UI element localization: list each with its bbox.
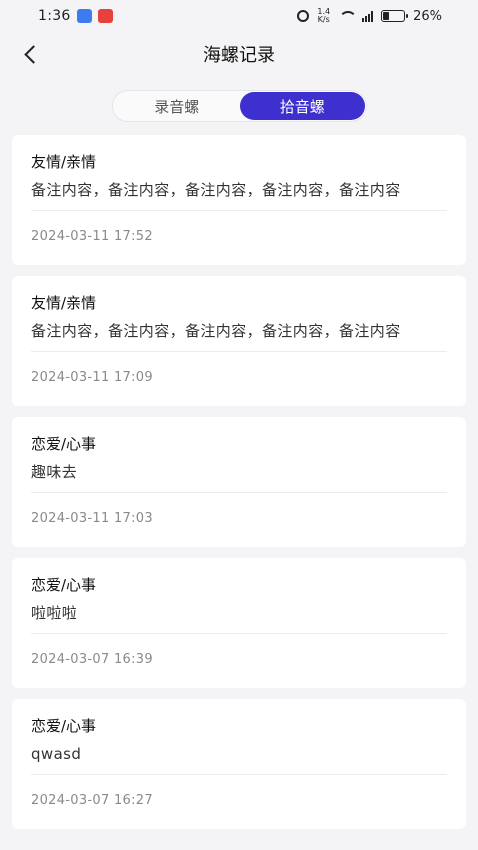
network-speed: 1.4 K/s xyxy=(317,8,330,24)
record-date: 2024-03-11 17:03 xyxy=(31,511,153,526)
status-right: 1.4 K/s 26% xyxy=(297,8,442,24)
record-date: 2024-03-11 17:52 xyxy=(31,229,153,244)
chevron-left-icon xyxy=(23,44,43,64)
record-note: 啦啦啦 xyxy=(31,604,78,622)
nav-bar: 海螺记录 xyxy=(0,32,478,76)
record-card[interactable]: 恋爱/心事 啦啦啦 2024-03-07 16:39 xyxy=(12,558,466,688)
app-notification-icon xyxy=(97,9,113,23)
record-date: 2024-03-07 16:39 xyxy=(31,652,153,667)
tab-record-conch[interactable]: 录音螺 xyxy=(114,92,240,120)
back-button[interactable] xyxy=(14,38,46,70)
record-card[interactable]: 恋爱/心事 趣味去 2024-03-11 17:03 xyxy=(12,417,466,547)
tab-pickup-conch[interactable]: 拾音螺 xyxy=(239,92,365,120)
page-title: 海螺记录 xyxy=(203,45,275,66)
record-card[interactable]: 恋爱/心事 qwasd 2024-03-07 16:27 xyxy=(12,699,466,829)
divider xyxy=(31,774,447,775)
record-category: 友情/亲情 xyxy=(31,294,97,312)
app-notification-icon xyxy=(76,9,92,23)
network-speed-unit: K/s xyxy=(317,15,330,24)
divider xyxy=(31,351,447,352)
record-note: 趣味去 xyxy=(31,463,78,481)
record-note: 备注内容，备注内容，备注内容，备注内容，备注内容 xyxy=(31,181,401,199)
divider xyxy=(31,633,447,634)
record-note: 备注内容，备注内容，备注内容，备注内容，备注内容 xyxy=(31,322,401,340)
status-time: 1:36 xyxy=(38,8,71,24)
battery-level: 26% xyxy=(413,8,442,24)
signal-icon xyxy=(362,10,374,22)
status-left: 1:36 xyxy=(38,8,113,24)
record-category: 恋爱/心事 xyxy=(31,435,97,453)
record-date: 2024-03-11 17:09 xyxy=(31,370,153,385)
status-bar: 1:36 1.4 K/s 26% xyxy=(0,0,478,32)
record-card[interactable]: 友情/亲情 备注内容，备注内容，备注内容，备注内容，备注内容 2024-03-1… xyxy=(12,276,466,406)
record-category: 恋爱/心事 xyxy=(31,717,97,735)
record-list: 友情/亲情 备注内容，备注内容，备注内容，备注内容，备注内容 2024-03-1… xyxy=(12,135,466,840)
record-category: 友情/亲情 xyxy=(31,153,97,171)
divider xyxy=(31,210,447,211)
alarm-icon xyxy=(297,10,310,22)
battery-icon xyxy=(381,10,409,22)
record-card[interactable]: 友情/亲情 备注内容，备注内容，备注内容，备注内容，备注内容 2024-03-1… xyxy=(12,135,466,265)
wifi-icon xyxy=(338,10,358,22)
record-category: 恋爱/心事 xyxy=(31,576,97,594)
divider xyxy=(31,492,447,493)
record-type-tabs: 录音螺 拾音螺 xyxy=(112,90,367,122)
record-date: 2024-03-07 16:27 xyxy=(31,793,153,808)
record-note: qwasd xyxy=(31,745,82,763)
